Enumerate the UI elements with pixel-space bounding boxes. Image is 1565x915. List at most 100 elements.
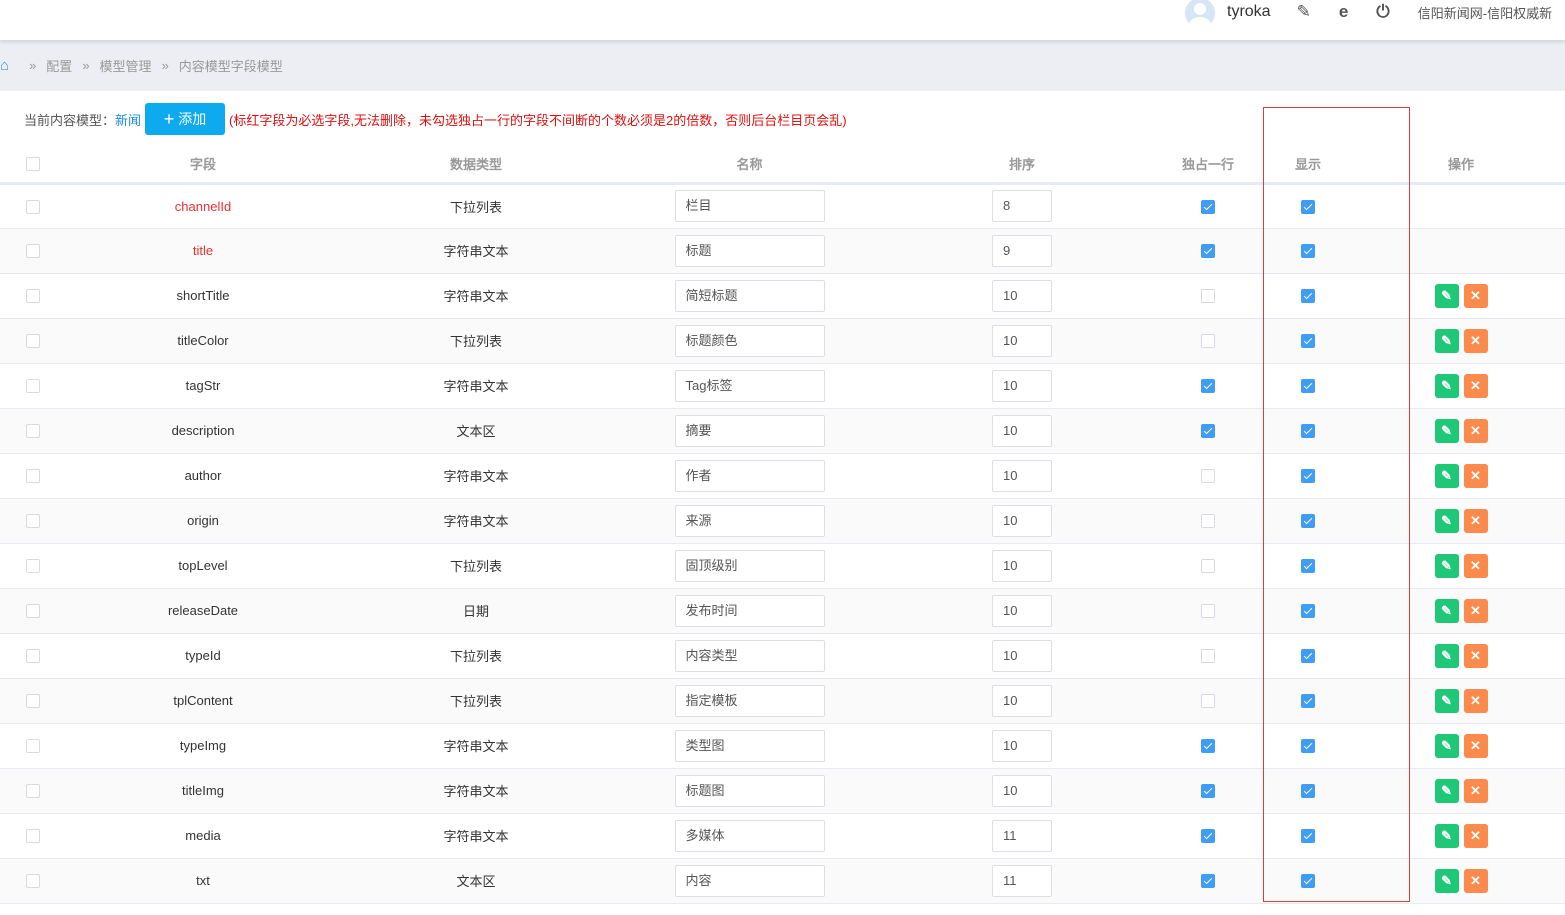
name-input[interactable]: 标题颜色 bbox=[674, 324, 825, 357]
order-input[interactable]: 10 bbox=[992, 549, 1052, 582]
show-checkbox[interactable] bbox=[1301, 289, 1315, 304]
name-input[interactable]: 来源 bbox=[674, 504, 825, 537]
show-checkbox[interactable] bbox=[1301, 874, 1315, 889]
order-input[interactable]: 10 bbox=[992, 324, 1052, 357]
exclusive-checkbox[interactable] bbox=[1201, 784, 1215, 799]
order-input[interactable]: 10 bbox=[992, 594, 1052, 627]
exclusive-checkbox[interactable] bbox=[1201, 244, 1215, 259]
edit-button[interactable]: ✎ bbox=[1434, 733, 1459, 758]
order-input[interactable]: 11 bbox=[992, 864, 1052, 897]
exclusive-checkbox[interactable] bbox=[1201, 874, 1215, 889]
show-checkbox[interactable] bbox=[1301, 649, 1315, 664]
breadcrumb-item[interactable]: 配置 bbox=[46, 56, 72, 75]
name-input[interactable]: 固顶级别 bbox=[674, 549, 825, 582]
edit-button[interactable]: ✎ bbox=[1434, 598, 1459, 623]
exclusive-checkbox[interactable] bbox=[1201, 379, 1215, 394]
show-checkbox[interactable] bbox=[1301, 739, 1315, 754]
exclusive-checkbox[interactable] bbox=[1201, 199, 1215, 214]
select-all-checkbox[interactable] bbox=[26, 157, 40, 172]
delete-button[interactable]: ✕ bbox=[1463, 598, 1488, 623]
order-input[interactable]: 10 bbox=[992, 684, 1052, 717]
name-input[interactable]: 发布时间 bbox=[674, 594, 825, 627]
row-checkbox[interactable] bbox=[26, 199, 40, 214]
exclusive-checkbox[interactable] bbox=[1201, 559, 1215, 574]
home-icon[interactable]: ⌂ bbox=[0, 57, 9, 74]
order-input[interactable]: 10 bbox=[992, 774, 1052, 807]
user-avatar[interactable] bbox=[1185, 0, 1215, 28]
breadcrumb-item[interactable]: 模型管理 bbox=[100, 56, 152, 75]
row-checkbox[interactable] bbox=[26, 514, 40, 529]
row-checkbox[interactable] bbox=[26, 874, 40, 889]
row-checkbox[interactable] bbox=[26, 424, 40, 439]
order-input[interactable]: 10 bbox=[992, 414, 1052, 447]
row-checkbox[interactable] bbox=[26, 469, 40, 484]
edit-button[interactable]: ✎ bbox=[1434, 508, 1459, 533]
name-input[interactable]: 标题 bbox=[674, 234, 825, 267]
order-input[interactable]: 10 bbox=[992, 369, 1052, 402]
delete-button[interactable]: ✕ bbox=[1463, 373, 1488, 398]
show-checkbox[interactable] bbox=[1301, 424, 1315, 439]
row-checkbox[interactable] bbox=[26, 694, 40, 709]
name-input[interactable]: 内容 bbox=[674, 864, 825, 897]
delete-button[interactable]: ✕ bbox=[1463, 328, 1488, 353]
delete-button[interactable]: ✕ bbox=[1463, 733, 1488, 758]
row-checkbox[interactable] bbox=[26, 829, 40, 844]
row-checkbox[interactable] bbox=[26, 244, 40, 259]
name-input[interactable]: 摘要 bbox=[674, 414, 825, 447]
ie-browser-icon[interactable]: e bbox=[1339, 2, 1348, 22]
edit-button[interactable]: ✎ bbox=[1434, 553, 1459, 578]
exclusive-checkbox[interactable] bbox=[1201, 514, 1215, 529]
edit-button[interactable]: ✎ bbox=[1434, 823, 1459, 848]
name-input[interactable]: 多媒体 bbox=[674, 819, 825, 852]
name-input[interactable]: Tag标签 bbox=[674, 369, 825, 402]
row-checkbox[interactable] bbox=[26, 334, 40, 349]
edit-button[interactable]: ✎ bbox=[1434, 643, 1459, 668]
exclusive-checkbox[interactable] bbox=[1201, 604, 1215, 619]
row-checkbox[interactable] bbox=[26, 739, 40, 754]
delete-button[interactable]: ✕ bbox=[1463, 508, 1488, 533]
exclusive-checkbox[interactable] bbox=[1201, 739, 1215, 754]
show-checkbox[interactable] bbox=[1301, 199, 1315, 214]
name-input[interactable]: 简短标题 bbox=[674, 279, 825, 312]
delete-button[interactable]: ✕ bbox=[1463, 868, 1488, 893]
name-input[interactable]: 类型图 bbox=[674, 729, 825, 762]
row-checkbox[interactable] bbox=[26, 649, 40, 664]
show-checkbox[interactable] bbox=[1301, 604, 1315, 619]
order-input[interactable]: 8 bbox=[992, 190, 1052, 222]
order-input[interactable]: 10 bbox=[992, 639, 1052, 672]
exclusive-checkbox[interactable] bbox=[1201, 829, 1215, 844]
user-edit-icon[interactable]: ✎ bbox=[1297, 2, 1311, 22]
delete-button[interactable]: ✕ bbox=[1463, 553, 1488, 578]
order-input[interactable]: 10 bbox=[992, 459, 1052, 492]
show-checkbox[interactable] bbox=[1301, 514, 1315, 529]
edit-button[interactable]: ✎ bbox=[1434, 418, 1459, 443]
add-button[interactable]: + 添加 bbox=[145, 103, 226, 135]
order-input[interactable]: 10 bbox=[992, 279, 1052, 312]
exclusive-checkbox[interactable] bbox=[1201, 334, 1215, 349]
show-checkbox[interactable] bbox=[1301, 334, 1315, 349]
name-input[interactable]: 内容类型 bbox=[674, 639, 825, 672]
row-checkbox[interactable] bbox=[26, 559, 40, 574]
row-checkbox[interactable] bbox=[26, 289, 40, 304]
exclusive-checkbox[interactable] bbox=[1201, 289, 1215, 304]
edit-button[interactable]: ✎ bbox=[1434, 283, 1459, 308]
username[interactable]: tyroka bbox=[1227, 3, 1271, 21]
show-checkbox[interactable] bbox=[1301, 469, 1315, 484]
delete-button[interactable]: ✕ bbox=[1463, 283, 1488, 308]
edit-button[interactable]: ✎ bbox=[1434, 373, 1459, 398]
show-checkbox[interactable] bbox=[1301, 379, 1315, 394]
show-checkbox[interactable] bbox=[1301, 559, 1315, 574]
exclusive-checkbox[interactable] bbox=[1201, 424, 1215, 439]
name-input[interactable]: 栏目 bbox=[674, 190, 825, 222]
row-checkbox[interactable] bbox=[26, 784, 40, 799]
name-input[interactable]: 标题图 bbox=[674, 774, 825, 807]
show-checkbox[interactable] bbox=[1301, 244, 1315, 259]
edit-button[interactable]: ✎ bbox=[1434, 688, 1459, 713]
delete-button[interactable]: ✕ bbox=[1463, 688, 1488, 713]
delete-button[interactable]: ✕ bbox=[1463, 418, 1488, 443]
delete-button[interactable]: ✕ bbox=[1463, 643, 1488, 668]
power-icon[interactable]: ⏻ bbox=[1376, 2, 1389, 22]
delete-button[interactable]: ✕ bbox=[1463, 463, 1488, 488]
name-input[interactable]: 作者 bbox=[674, 459, 825, 492]
delete-button[interactable]: ✕ bbox=[1463, 823, 1488, 848]
